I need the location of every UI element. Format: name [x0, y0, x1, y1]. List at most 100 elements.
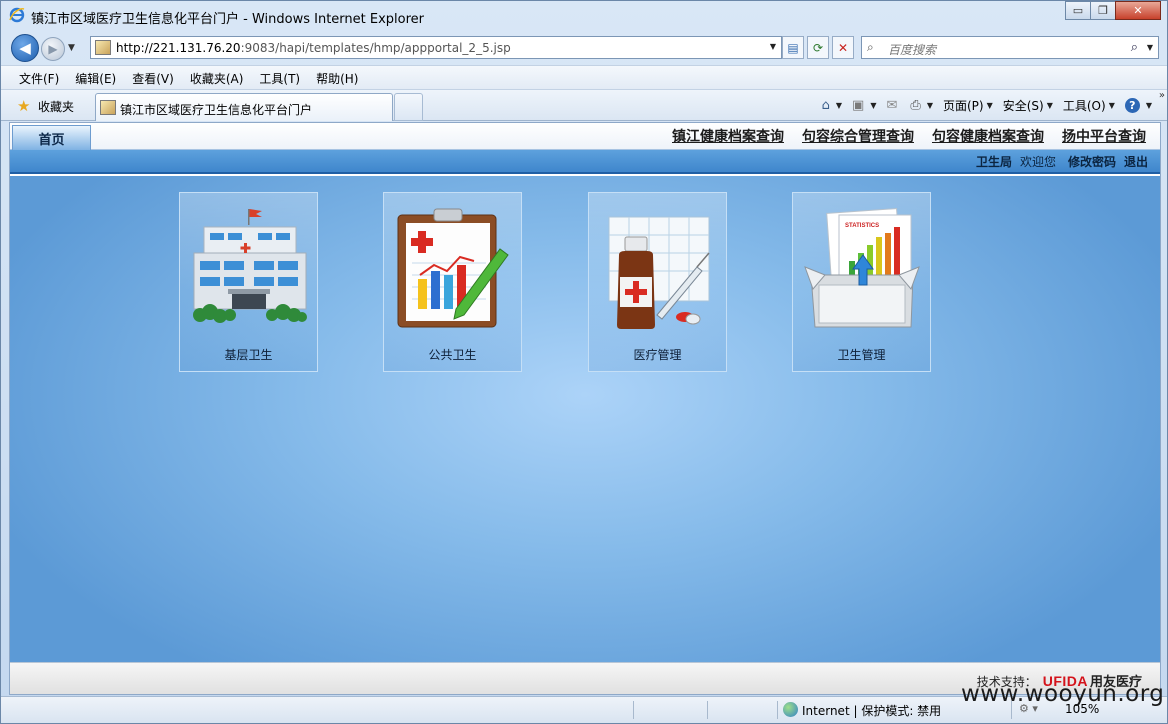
tab-title: 镇江市区域医疗卫生信息化平台门户 — [120, 103, 313, 117]
window-title: 镇江市区域医疗卫生信息化平台门户 - Windows Internet Expl… — [31, 12, 424, 27]
new-tab-button[interactable] — [394, 93, 423, 121]
address-bar: ◀ ▶ ▼ http://221.131.76.20:9083/hapi/tem… — [1, 31, 1167, 65]
tools-menu[interactable]: 工具(O) ▼ — [1058, 95, 1120, 115]
tile-public-health[interactable]: 公共卫生 — [383, 192, 522, 372]
url-path: :9083/hapi/templates/hmp/appportal_2_5.j… — [240, 41, 511, 55]
tile-medical-management[interactable]: 医疗管理 — [588, 192, 727, 372]
refresh-icon: ⟳ — [812, 40, 824, 55]
command-bar: ⌂ ▼ ▣ ▼ ✉ ⎙ ▼ 页面(P) ▼ 安全(S) ▼ 工具(O) ▼ ? ▼ — [817, 95, 1157, 115]
close-button[interactable]: ✕ — [1115, 1, 1161, 20]
menu-file[interactable]: 文件(F) — [11, 66, 67, 89]
compatibility-view-button[interactable]: ▤ — [782, 36, 804, 59]
page-menu-label: 页面(P) — [942, 98, 984, 113]
back-arrow-icon: ◀ — [19, 39, 31, 57]
url-dropdown-icon[interactable]: ▼ — [770, 42, 776, 51]
help-dropdown-icon: ▼ — [1145, 100, 1152, 110]
safety-menu[interactable]: 安全(S) ▼ — [998, 95, 1058, 115]
forward-button[interactable]: ▶ — [41, 37, 65, 61]
help-icon: ? — [1124, 97, 1140, 113]
home-tab[interactable]: 首页 — [12, 125, 91, 150]
tab-favicon-icon — [100, 100, 116, 115]
menu-favorites[interactable]: 收藏夹(A) — [182, 66, 252, 89]
tile-primary-care[interactable]: 基层卫生 — [179, 192, 318, 372]
restore-button[interactable]: ❐ — [1090, 1, 1116, 20]
status-divider — [707, 701, 708, 719]
logout-link[interactable]: 退出 — [1124, 153, 1148, 170]
stop-button[interactable]: ✕ — [832, 36, 854, 59]
printer-icon: ⎙ — [910, 97, 921, 113]
forward-arrow-icon: ▶ — [48, 42, 58, 56]
minimize-icon: ▭ — [1072, 4, 1084, 17]
clipboard-chart-icon — [397, 208, 509, 328]
page-dropdown-icon: ▼ — [986, 100, 993, 110]
menu-edit[interactable]: 编辑(E) — [67, 66, 124, 89]
favorites-star-icon[interactable]: ★ — [17, 97, 30, 115]
search-placeholder: 百度搜索 — [888, 43, 937, 57]
change-password-link[interactable]: 修改密码 — [1068, 153, 1116, 170]
link-yangzhong-platform[interactable]: 扬中平台查询 — [1062, 126, 1146, 146]
menu-view[interactable]: 查看(V) — [124, 66, 182, 89]
tile-label: 公共卫生 — [428, 348, 477, 362]
title-bar: 镇江市区域医疗卫生信息化平台门户 - Windows Internet Expl… — [1, 1, 1167, 31]
hospital-building-icon — [193, 209, 307, 323]
browser-window: 镇江市区域医疗卫生信息化平台门户 - Windows Internet Expl… — [0, 0, 1168, 724]
status-divider — [633, 701, 634, 719]
tools-dropdown-icon: ▼ — [1108, 100, 1115, 110]
tile-label: 医疗管理 — [633, 348, 682, 362]
back-button[interactable]: ◀ — [11, 34, 39, 62]
more-commands-icon[interactable]: » — [1159, 90, 1165, 101]
home-dropdown-icon: ▼ — [835, 100, 843, 110]
status-divider — [777, 701, 778, 719]
link-zhenjiang-health-records[interactable]: 镇江健康档案查询 — [672, 126, 784, 146]
close-icon: ✕ — [1133, 4, 1143, 17]
mail-icon: ✉ — [886, 97, 898, 113]
search-icon[interactable]: ⌕ — [1131, 40, 1138, 55]
user-bar: 卫生局 欢迎您 修改密码 退出 — [10, 150, 1160, 174]
print-dropdown-icon: ▼ — [926, 100, 933, 110]
rss-feed-icon: ▣ — [852, 97, 865, 113]
url-text: http://221.131.76.20:9083/hapi/templates… — [116, 41, 511, 55]
menu-bar: 文件(F) 编辑(E) 查看(V) 收藏夹(A) 工具(T) 帮助(H) — [1, 65, 1167, 89]
link-jurong-health-records[interactable]: 句容健康档案查询 — [932, 126, 1044, 146]
portal-main: 基层卫生 公共卫生 医疗管理 STATISTICS 卫生管理 — [10, 176, 1160, 662]
refresh-button[interactable]: ⟳ — [807, 36, 829, 59]
menu-help[interactable]: 帮助(H) — [308, 66, 366, 89]
feeds-button[interactable]: ▣ ▼ — [847, 95, 881, 115]
menu-tools[interactable]: 工具(T) — [251, 66, 308, 89]
link-jurong-management[interactable]: 句容综合管理查询 — [802, 126, 914, 146]
feeds-dropdown-icon: ▼ — [870, 100, 877, 110]
search-provider-icon: ⌕ — [867, 40, 874, 54]
history-dropdown-icon[interactable]: ▼ — [68, 43, 75, 53]
favorites-button[interactable]: 收藏夹 — [38, 98, 74, 115]
search-field[interactable]: ⌕ 百度搜索 ⌕ ▼ — [861, 36, 1159, 59]
favorites-bar: ★ 收藏夹 镇江市区域医疗卫生信息化平台门户 ⌂ ▼ ▣ ▼ ✉ ⎙ ▼ 页面(P) ▼… — [1, 89, 1167, 121]
browser-tab-active[interactable]: 镇江市区域医疗卫生信息化平台门户 — [95, 93, 393, 121]
help-button[interactable]: ? ▼ — [1120, 95, 1157, 115]
url-host: http://221.131.76.20 — [116, 41, 241, 55]
watermark-text: www.wooyun.org — [961, 681, 1165, 707]
security-zone-text[interactable]: Internet | 保护模式: 禁用 — [802, 702, 941, 719]
safety-dropdown-icon: ▼ — [1046, 100, 1053, 110]
url-field[interactable]: http://221.131.76.20:9083/hapi/templates… — [90, 36, 782, 59]
home-button[interactable]: ⌂ ▼ — [817, 95, 847, 115]
tile-label: 卫生管理 — [837, 348, 886, 362]
user-department: 卫生局 — [975, 155, 1012, 169]
site-favicon-icon — [95, 40, 111, 55]
compat-page-icon: ▤ — [787, 40, 799, 55]
tile-health-management[interactable]: STATISTICS 卫生管理 — [792, 192, 931, 372]
welcome-text: 欢迎您 — [1019, 155, 1056, 169]
page-menu[interactable]: 页面(P) ▼ — [938, 95, 998, 115]
ie-logo-icon — [9, 7, 25, 23]
search-dropdown-icon[interactable]: ▼ — [1147, 43, 1153, 52]
stop-icon: ✕ — [837, 40, 849, 55]
portal-top-nav: 首页 镇江健康档案查询 句容综合管理查询 句容健康档案查询 扬中平台查询 — [10, 123, 1160, 150]
print-button[interactable]: ⎙ ▼ — [905, 95, 938, 115]
tools-menu-label: 工具(O) — [1062, 98, 1106, 113]
tile-label: 基层卫生 — [224, 348, 273, 362]
internet-zone-globe-icon — [783, 702, 798, 717]
safety-menu-label: 安全(S) — [1002, 98, 1044, 113]
minimize-button[interactable]: ▭ — [1065, 1, 1091, 20]
svg-text:STATISTICS: STATISTICS — [845, 223, 879, 229]
mail-button[interactable]: ✉ — [882, 95, 906, 115]
page-viewport: 首页 镇江健康档案查询 句容综合管理查询 句容健康档案查询 扬中平台查询 卫生局… — [9, 122, 1161, 695]
